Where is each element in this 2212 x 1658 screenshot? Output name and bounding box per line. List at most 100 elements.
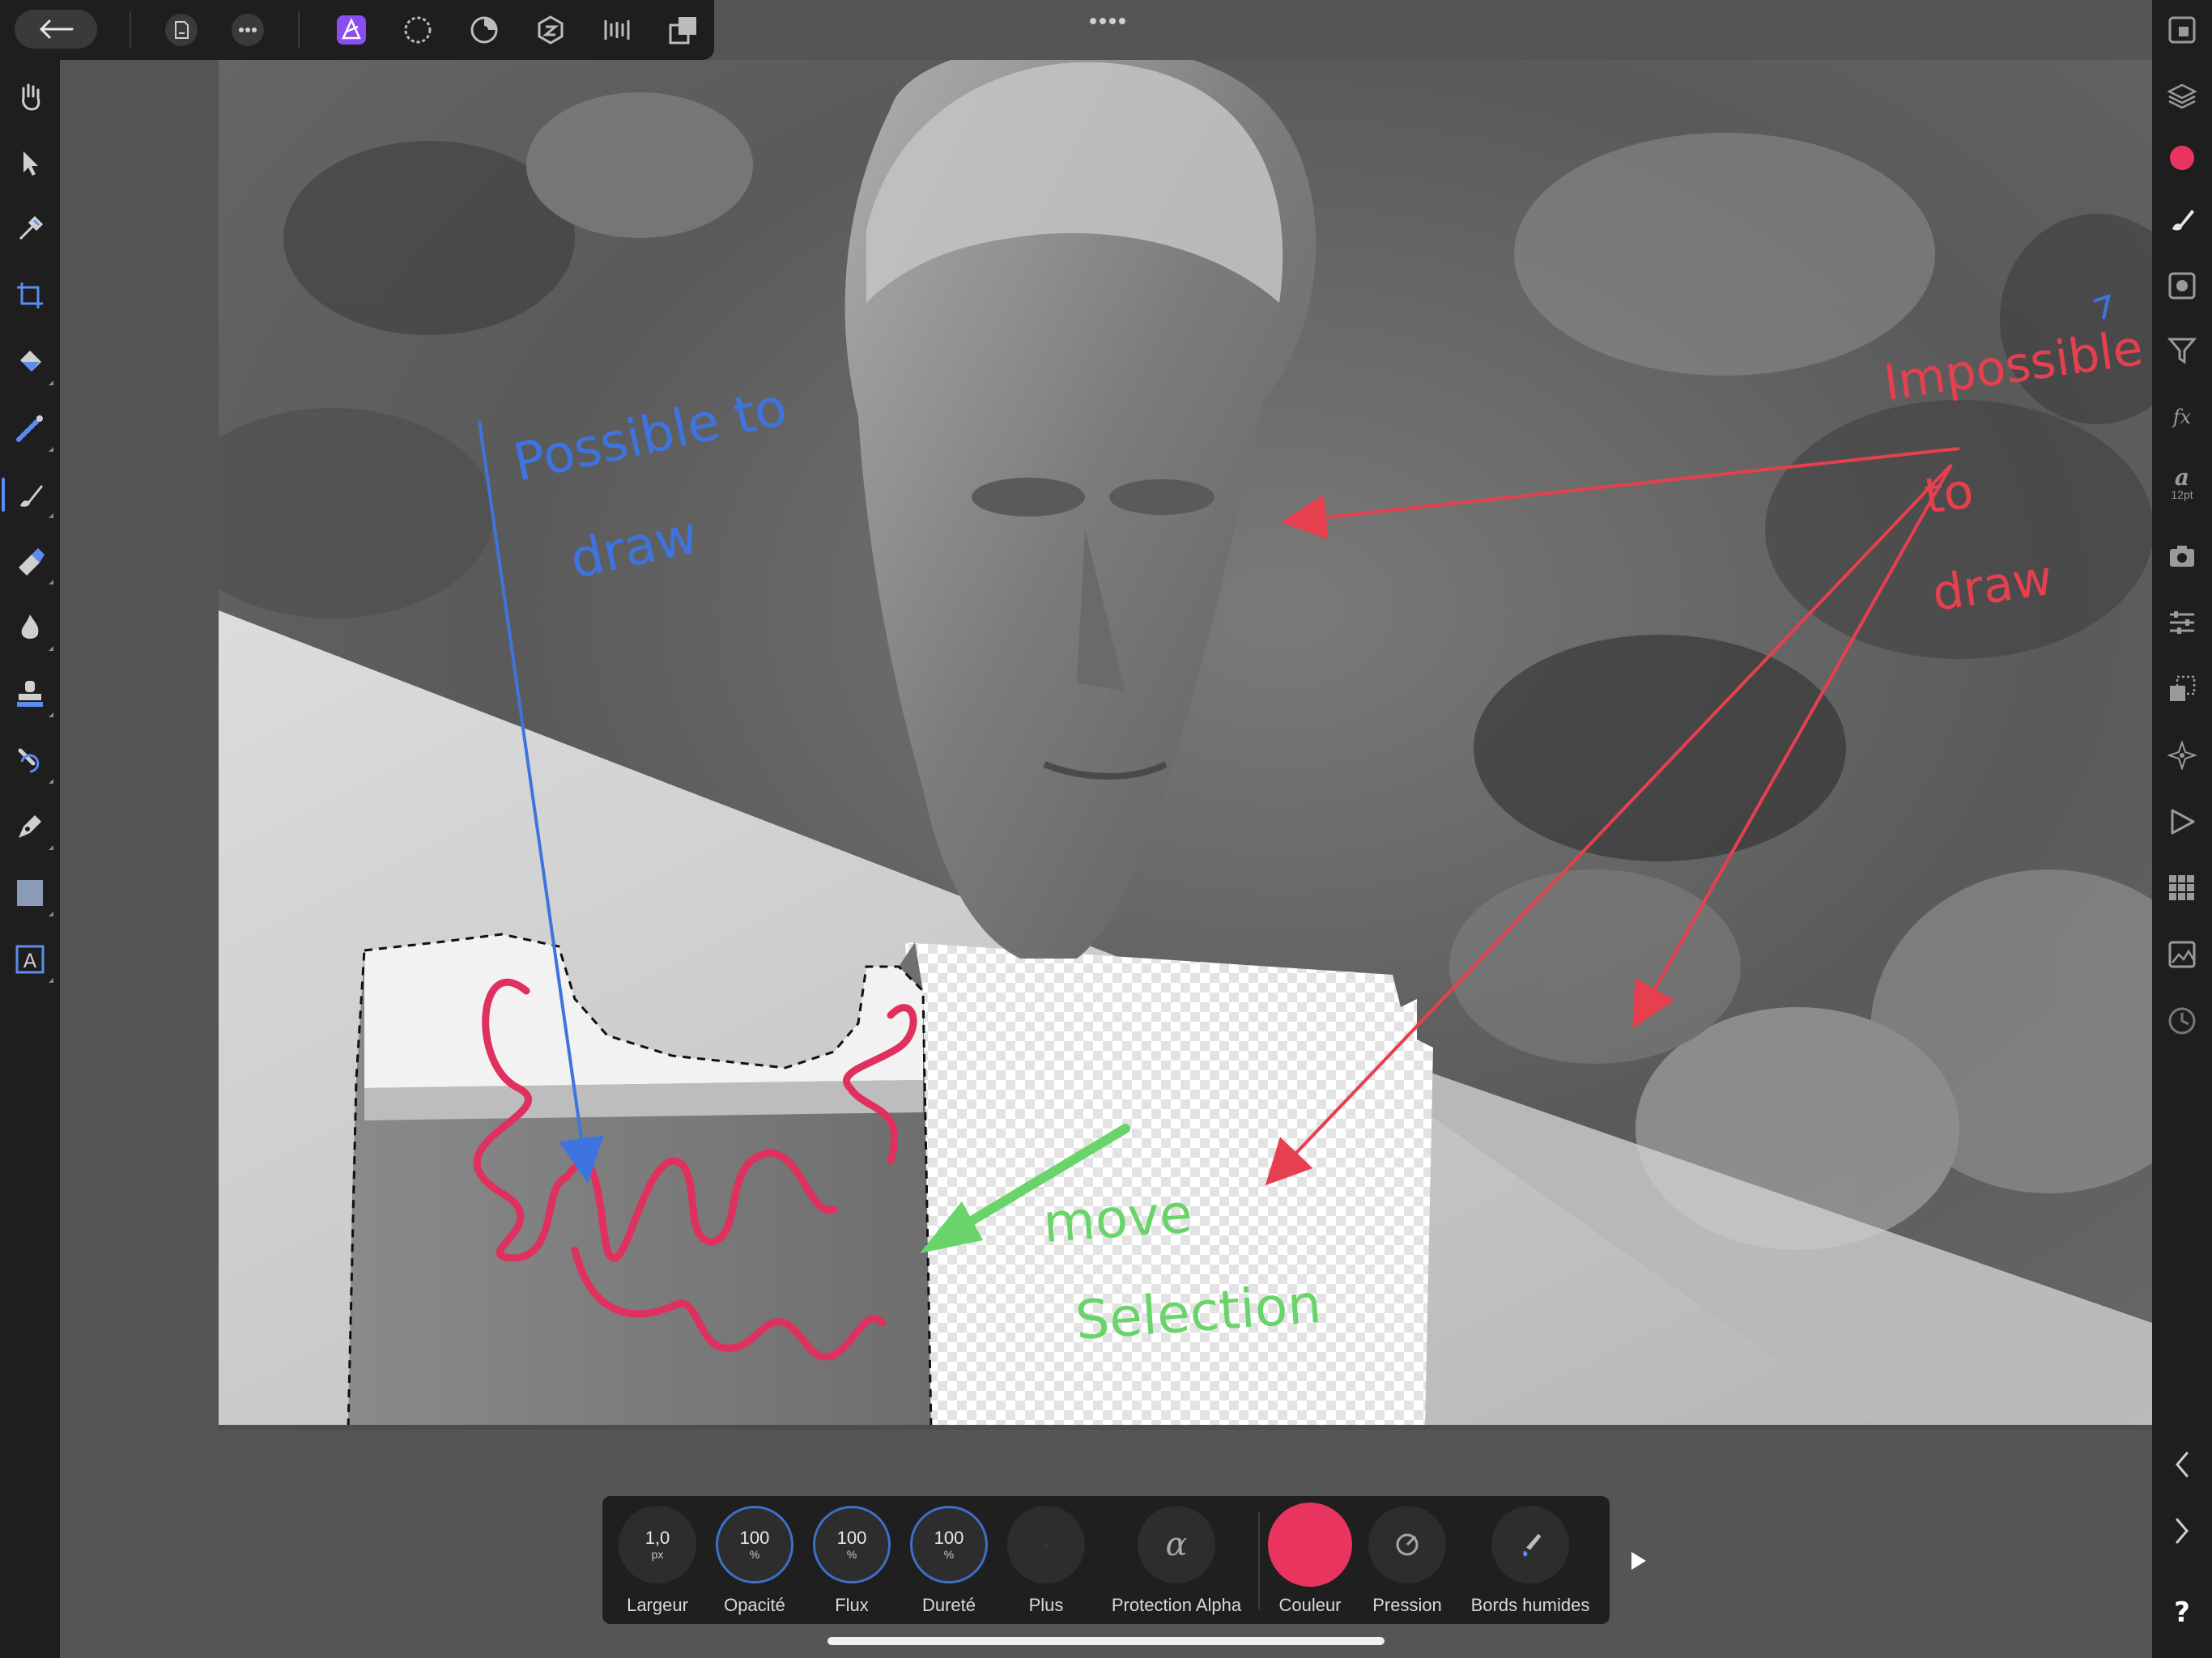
undo-button[interactable] xyxy=(2163,1446,2201,1483)
hand-tool[interactable] xyxy=(11,78,49,115)
pen-icon xyxy=(19,815,41,838)
flow-control[interactable]: 100 % Flux xyxy=(805,1506,899,1616)
more-control[interactable]: · Plus xyxy=(999,1506,1093,1616)
svg-text:a: a xyxy=(2175,466,2189,488)
paint-brush-tool[interactable] xyxy=(2,476,53,518)
help-icon: ? xyxy=(2174,1596,2190,1629)
color-control[interactable]: Couleur xyxy=(1263,1503,1357,1616)
flood-fill-tool[interactable] xyxy=(11,343,53,385)
erase-brush-icon xyxy=(19,548,45,576)
svg-text:A: A xyxy=(23,950,37,972)
more-dot-icon: · xyxy=(1044,1538,1049,1551)
tone-mapping-persona-button[interactable] xyxy=(534,14,567,46)
selection-brush-tool[interactable] xyxy=(11,410,53,452)
context-expand-button[interactable] xyxy=(1629,1550,1648,1572)
flow-unit: % xyxy=(846,1548,857,1561)
document-icon xyxy=(165,14,198,46)
text-style-size: 12pt xyxy=(2171,488,2193,501)
play-icon xyxy=(2171,809,2195,835)
flow-dial[interactable]: 100 % xyxy=(813,1506,891,1584)
develop-persona-button[interactable] xyxy=(468,14,500,46)
move-tool[interactable] xyxy=(11,144,49,181)
pressure-control[interactable]: Pression xyxy=(1360,1506,1454,1616)
shape-tool[interactable] xyxy=(11,874,53,916)
color-picker-icon xyxy=(19,215,44,240)
filters-studio-button[interactable] xyxy=(2163,332,2201,369)
image-icon xyxy=(2168,941,2196,968)
brushes-studio-button[interactable] xyxy=(2163,201,2201,238)
brush-color-swatch[interactable] xyxy=(1268,1503,1352,1587)
pen-tool[interactable] xyxy=(11,808,53,850)
help-button[interactable]: ? xyxy=(2163,1593,2201,1630)
sliders-icon xyxy=(2170,611,2194,634)
opacity-control[interactable]: 100 % Opacité xyxy=(708,1506,802,1616)
flood-fill-icon xyxy=(20,351,41,372)
pressure-label: Pression xyxy=(1372,1595,1442,1615)
snapshots-studio-button[interactable] xyxy=(2163,538,2201,575)
navigator-icon xyxy=(2168,16,2196,44)
sliders-studio-button[interactable] xyxy=(2163,604,2201,641)
svg-text:fx: fx xyxy=(2172,406,2192,428)
canvas-edge xyxy=(219,1425,2152,1430)
macros-studio-button[interactable] xyxy=(2163,803,2201,840)
opacity-label: Opacité xyxy=(724,1595,785,1615)
wet-edges-label: Bords humides xyxy=(1470,1595,1590,1615)
toolbar-drag-handle-icon[interactable] xyxy=(1088,16,1127,26)
effects-studio-button[interactable]: fx xyxy=(2163,398,2201,436)
document-button[interactable] xyxy=(165,14,198,46)
erase-brush-tool[interactable] xyxy=(11,542,53,585)
play-arrow-icon xyxy=(1631,1552,1646,1570)
wet-edges-toggle[interactable] xyxy=(1491,1506,1569,1584)
protect-alpha-toggle[interactable]: α xyxy=(1138,1506,1215,1584)
opacity-dial[interactable]: 100 % xyxy=(716,1506,793,1584)
grid-icon xyxy=(2169,875,2194,900)
transform-studio-button[interactable] xyxy=(2163,670,2201,708)
channels-studio-button[interactable] xyxy=(2163,869,2201,907)
wet-edges-control[interactable]: Bords humides xyxy=(1457,1506,1603,1616)
navigator-studio-button[interactable] xyxy=(2163,11,2201,49)
tone-mapping-persona-icon xyxy=(538,15,564,45)
liquify-persona-button[interactable] xyxy=(402,14,434,46)
text-styles-studio-button[interactable]: a 12pt xyxy=(2163,465,2201,502)
photo-persona-button[interactable] xyxy=(335,14,368,46)
width-dial[interactable]: 1,0 px xyxy=(619,1506,696,1584)
text-style-icon: a xyxy=(2175,466,2189,488)
color-picker-tool[interactable] xyxy=(11,210,49,248)
crop-tool[interactable] xyxy=(11,277,49,314)
export-persona-button[interactable] xyxy=(601,14,633,46)
pressure-button[interactable] xyxy=(1368,1506,1446,1584)
arrange-icon xyxy=(669,17,696,45)
brush-context-toolbar: 1,0 px Largeur 100 % Opacité 100 % Flux … xyxy=(602,1496,1610,1624)
dodge-burn-tool[interactable] xyxy=(11,609,53,651)
back-button[interactable] xyxy=(15,10,97,49)
opacity-unit: % xyxy=(749,1548,760,1561)
clone-tool[interactable] xyxy=(11,675,53,717)
adjustments-studio-button[interactable] xyxy=(2163,267,2201,304)
more-icon xyxy=(232,14,264,46)
hardness-control[interactable]: 100 % Dureté xyxy=(902,1506,996,1616)
more-button[interactable] xyxy=(232,14,264,46)
canvas-image[interactable]: Possible to draw Impossible to draw move… xyxy=(219,60,2152,1430)
fx-icon: fx xyxy=(2172,406,2192,428)
document-canvas[interactable]: Possible to draw Impossible to draw move… xyxy=(219,60,2152,1430)
history-studio-button[interactable] xyxy=(2163,1002,2201,1039)
navigator-compass-studio-button[interactable] xyxy=(2163,737,2201,774)
stock-studio-button[interactable] xyxy=(2163,936,2201,973)
color-studio-button[interactable] xyxy=(2163,139,2201,176)
width-unit: px xyxy=(651,1548,664,1561)
top-toolbar xyxy=(0,0,714,60)
protect-alpha-control[interactable]: α Protection Alpha xyxy=(1100,1506,1253,1616)
more-dial[interactable]: · xyxy=(1007,1506,1085,1584)
annotation-move-line1: move xyxy=(1041,1182,1194,1255)
redo-button[interactable] xyxy=(2163,1512,2201,1550)
alpha-icon: α xyxy=(1165,1526,1188,1563)
arrange-button[interactable] xyxy=(667,14,700,46)
tools-panel: A xyxy=(0,60,60,1658)
text-tool[interactable]: A xyxy=(11,941,53,983)
home-indicator[interactable] xyxy=(827,1637,1385,1645)
inpainting-tool[interactable] xyxy=(11,742,53,784)
more-label: Plus xyxy=(1028,1595,1064,1615)
hardness-dial[interactable]: 100 % xyxy=(910,1506,988,1584)
width-control[interactable]: 1,0 px Largeur xyxy=(610,1506,704,1616)
layers-studio-button[interactable] xyxy=(2163,78,2201,115)
